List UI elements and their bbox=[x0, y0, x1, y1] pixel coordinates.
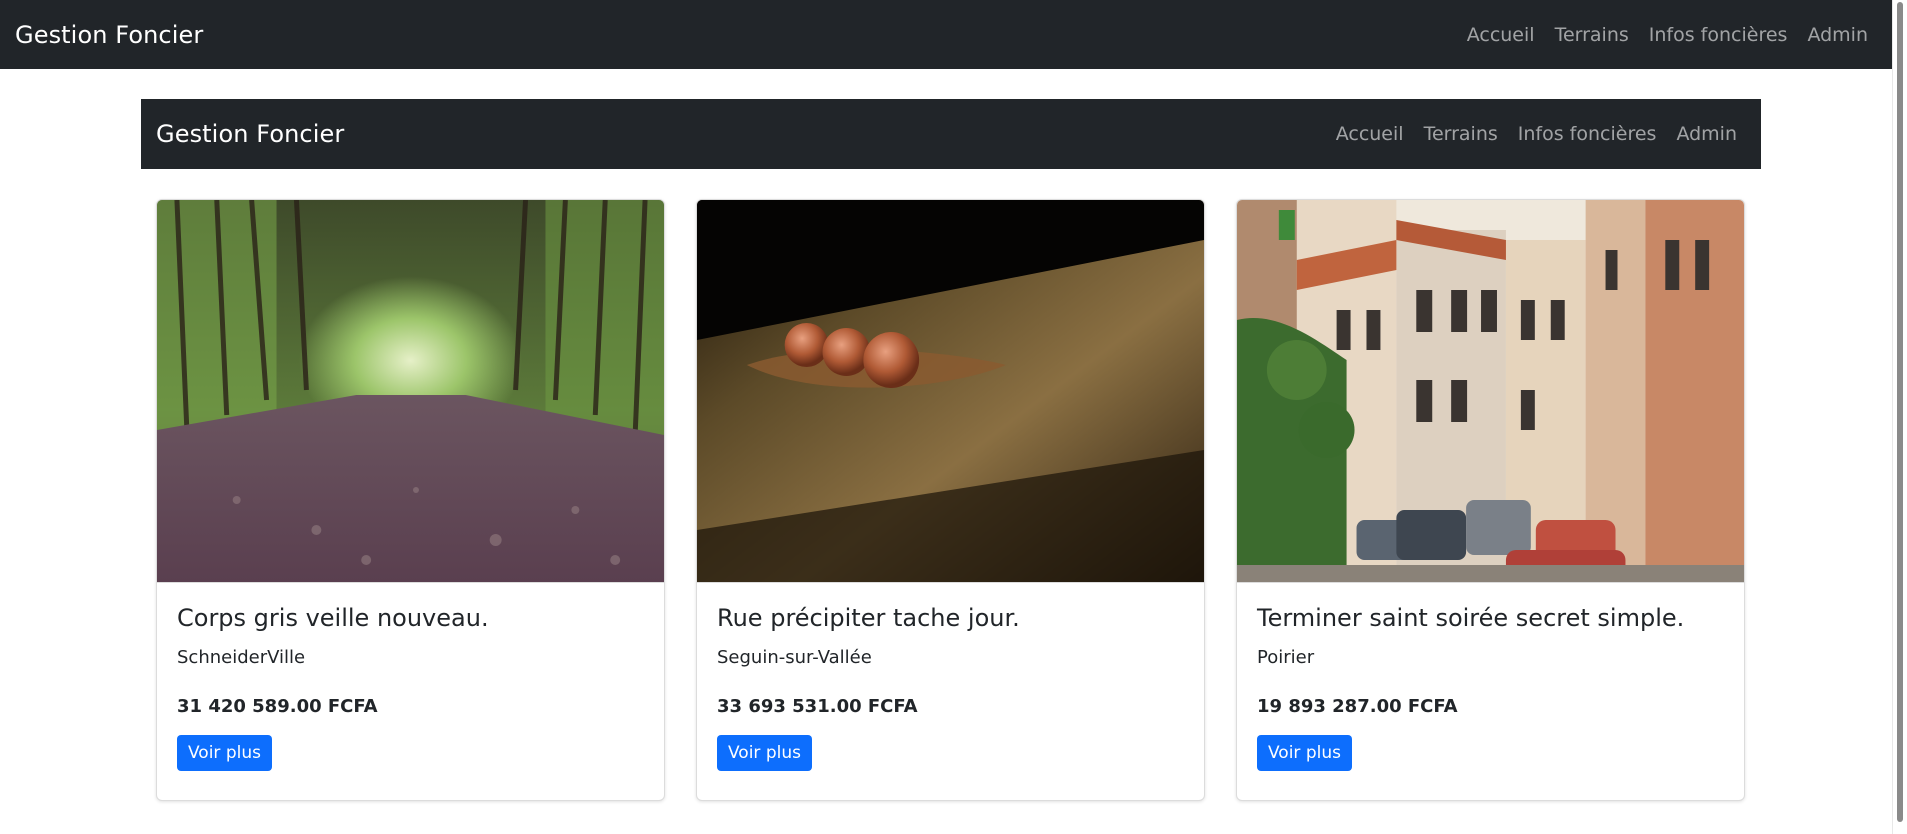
card-image-old-town bbox=[1237, 200, 1744, 582]
nav-link-terrains[interactable]: Terrains bbox=[1555, 24, 1629, 46]
terrain-card: Terminer saint soirée secret simple. Poi… bbox=[1236, 199, 1745, 801]
inner-nav-links: Accueil Terrains Infos foncières Admin bbox=[1336, 123, 1737, 145]
inner-nav-link-accueil[interactable]: Accueil bbox=[1336, 123, 1404, 145]
card-city: Seguin-sur-Vallée bbox=[717, 646, 872, 668]
voir-plus-button[interactable]: Voir plus bbox=[177, 734, 272, 771]
card-title: Terminer saint soirée secret simple. bbox=[1257, 604, 1685, 632]
terrain-card: Corps gris veille nouveau. SchneiderVill… bbox=[156, 199, 665, 801]
vertical-scrollbar[interactable] bbox=[1892, 0, 1907, 834]
inner-nav-link-infos-foncieres[interactable]: Infos foncières bbox=[1518, 123, 1657, 145]
card-city: SchneiderVille bbox=[177, 646, 306, 668]
terrain-card-list: Corps gris veille nouveau. SchneiderVill… bbox=[156, 199, 1746, 801]
card-body: Rue précipiter tache jour. Seguin-sur-Va… bbox=[697, 582, 1204, 771]
card-image-forest-path bbox=[157, 200, 664, 582]
page: Gestion Foncier Accueil Terrains Infos f… bbox=[0, 0, 1907, 834]
card-title: Rue précipiter tache jour. bbox=[717, 604, 1020, 632]
inner-navbar-brand[interactable]: Gestion Foncier bbox=[156, 120, 344, 148]
voir-plus-button[interactable]: Voir plus bbox=[1257, 734, 1352, 771]
inner-navbar: Gestion Foncier Accueil Terrains Infos f… bbox=[141, 99, 1761, 169]
terrain-card: Rue précipiter tache jour. Seguin-sur-Va… bbox=[696, 199, 1205, 801]
voir-plus-button[interactable]: Voir plus bbox=[717, 734, 812, 771]
old-town-street-photo bbox=[1237, 200, 1744, 582]
nav-link-admin[interactable]: Admin bbox=[1807, 24, 1868, 46]
scrollbar-thumb[interactable] bbox=[1897, 2, 1903, 822]
card-title: Corps gris veille nouveau. bbox=[177, 604, 489, 632]
card-price: 33 693 531.00 FCFA bbox=[717, 695, 918, 717]
top-navbar: Gestion Foncier Accueil Terrains Infos f… bbox=[0, 0, 1892, 69]
navbar-brand[interactable]: Gestion Foncier bbox=[15, 21, 203, 49]
card-city: Poirier bbox=[1257, 646, 1315, 668]
berries-on-leaf-photo bbox=[697, 200, 1204, 582]
card-price: 31 420 589.00 FCFA bbox=[177, 695, 378, 717]
forest-path-photo bbox=[157, 200, 664, 582]
card-body: Terminer saint soirée secret simple. Poi… bbox=[1237, 582, 1744, 771]
nav-link-accueil[interactable]: Accueil bbox=[1467, 24, 1535, 46]
card-price: 19 893 287.00 FCFA bbox=[1257, 695, 1458, 717]
nav-link-infos-foncieres[interactable]: Infos foncières bbox=[1649, 24, 1788, 46]
card-body: Corps gris veille nouveau. SchneiderVill… bbox=[157, 582, 664, 771]
nav-links: Accueil Terrains Infos foncières Admin bbox=[1467, 24, 1868, 46]
inner-nav-link-terrains[interactable]: Terrains bbox=[1424, 123, 1498, 145]
card-image-berries bbox=[697, 200, 1204, 582]
inner-nav-link-admin[interactable]: Admin bbox=[1676, 123, 1737, 145]
